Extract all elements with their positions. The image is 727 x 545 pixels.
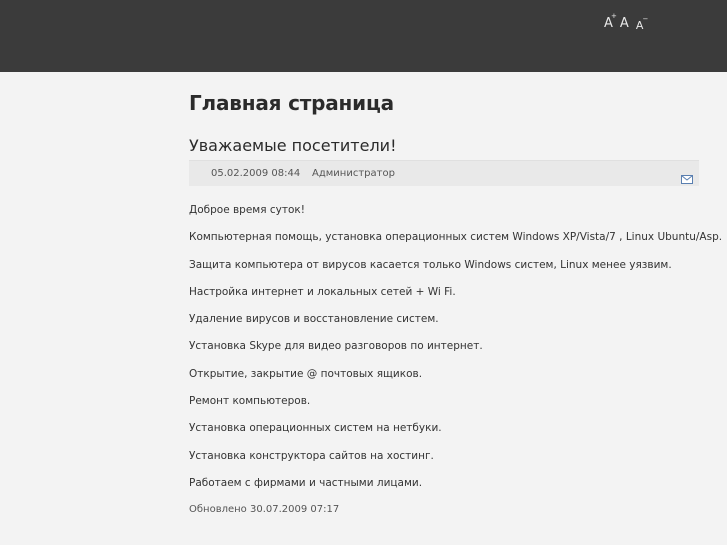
email-icon[interactable] [681,169,693,184]
article-paragraph: Установка конструктора сайтов на хостинг… [189,449,434,462]
main-content: Главная страница Уважаемые посетители! 0… [189,88,723,517]
article-author: Администратор [312,168,395,179]
article-meta-bar: 05.02.2009 08:44 Администратор [189,160,699,186]
article-paragraph: Работаем с фирмами и частными лицами. [189,476,423,489]
font-reset-button[interactable]: A [620,17,629,30]
font-reset-label: A [619,16,629,31]
font-decrease-button[interactable]: A − [636,16,649,33]
article-paragraph: Настройка интернет и локальных сетей + W… [189,285,456,298]
font-increase-button[interactable]: A + [604,13,617,31]
font-size-controls: A + A A − [604,13,650,35]
article-paragraph: Удаление вирусов и восстановление систем… [189,313,439,326]
article-paragraph: Защита компьютера от вирусов касается то… [189,258,672,271]
article-paragraph: Компьютерная помощь, установка операцион… [189,231,723,244]
article-body: Доброе время суток! Компьютерная помощь,… [189,203,723,517]
header-bar: A + A A − [0,0,727,72]
article-paragraph: Ремонт компьютеров. [189,395,311,408]
article-updated: Обновлено 30.07.2009 07:17 [189,504,340,516]
article-title: Уважаемые посетители! [189,136,397,155]
article-paragraph: Доброе время суток! [189,204,305,216]
font-decrease-sup: − [642,15,649,23]
font-increase-sup: + [611,12,617,20]
page-title: Главная страница [189,91,394,115]
article-paragraph: Установка операционных систем на нетбуки… [189,422,442,435]
article-paragraph: Установка Skype для видео разговоров по … [189,340,483,353]
article-paragraph: Открытие, закрытие @ почтовых ящиков. [189,367,423,380]
article-date: 05.02.2009 08:44 [211,168,301,179]
